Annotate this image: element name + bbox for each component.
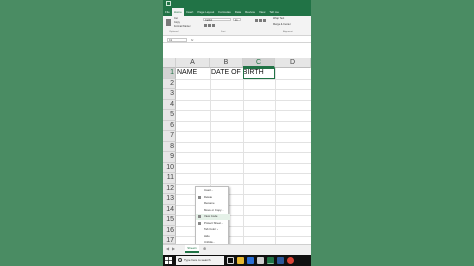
gridline [243, 68, 244, 244]
mail-icon[interactable] [257, 257, 264, 264]
row-header[interactable]: 15 [163, 215, 176, 226]
cut-button[interactable]: Cut [174, 17, 178, 20]
row-header[interactable]: 5 [163, 110, 176, 121]
menu-item-delete[interactable]: Delete [196, 195, 230, 201]
tab-file[interactable]: File [163, 8, 172, 16]
active-cell-c1[interactable] [243, 68, 275, 79]
plus-icon[interactable]: ⊕ [203, 246, 206, 251]
task-view-icon[interactable] [227, 257, 234, 264]
row-header[interactable]: 1 [163, 68, 176, 79]
row-header[interactable]: 4 [163, 99, 176, 110]
menu-item-insert[interactable]: Insert... [196, 188, 230, 194]
tab-data[interactable]: Data [233, 8, 243, 16]
word-icon[interactable] [277, 257, 284, 264]
view-code-icon [198, 215, 201, 218]
row-header[interactable]: 6 [163, 120, 176, 131]
menu-item-tab-color[interactable]: Tab Color › [196, 227, 230, 233]
format-painter-button[interactable]: Format Painter [174, 25, 191, 28]
paste-icon[interactable] [166, 19, 171, 26]
wrap-text-button[interactable]: Wrap Text [273, 17, 284, 20]
select-all-corner[interactable] [163, 58, 176, 68]
ribbon-tabs: File Home Insert Page Layout Formulas Da… [163, 8, 311, 16]
tab-insert[interactable]: Insert [184, 8, 196, 16]
row-header[interactable]: 9 [163, 152, 176, 163]
column-header-d[interactable]: D [275, 58, 311, 68]
tab-review[interactable]: Review [243, 8, 257, 16]
menu-item-protect-sheet[interactable]: Protect Sheet... [196, 221, 230, 227]
align-top-icon[interactable] [255, 19, 258, 22]
row-header[interactable]: 8 [163, 141, 176, 152]
store-icon[interactable] [247, 257, 254, 264]
ribbon: Cut Copy Format Painter Clipboard Calibr… [163, 16, 311, 36]
row-header[interactable]: 13 [163, 194, 176, 205]
row-header[interactable]: 16 [163, 225, 176, 236]
font-group-label: Font [221, 31, 226, 33]
underline-icon[interactable] [212, 24, 215, 27]
tab-formulas[interactable]: Formulas [216, 8, 233, 16]
menu-item-hide[interactable]: Hide [196, 234, 230, 240]
font-name-select[interactable]: Calibri [203, 18, 231, 22]
taskbar: Type here to search [163, 255, 311, 266]
windows-start-icon[interactable] [165, 257, 172, 264]
cell-a1[interactable]: NAME [177, 68, 197, 78]
row-header[interactable]: 3 [163, 89, 176, 100]
delete-icon [198, 195, 201, 199]
protect-sheet-icon [198, 221, 201, 225]
tab-view[interactable]: View [257, 8, 267, 16]
row-header[interactable]: 7 [163, 131, 176, 142]
column-header-b[interactable]: B [210, 58, 243, 68]
scroll-right-icon[interactable]: ▶ [172, 246, 175, 251]
align-middle-icon[interactable] [259, 19, 262, 22]
sheet-tab[interactable]: Sheet1 [185, 245, 199, 253]
row-header[interactable]: 17 [163, 236, 176, 244]
menu-item-view-code[interactable]: View Code [196, 214, 230, 220]
sheet-tab-bar: ◀ ▶ Sheet1 ⊕ [163, 244, 311, 255]
column-header-a[interactable]: A [176, 58, 210, 68]
row-header[interactable]: 14 [163, 204, 176, 215]
alignment-group-label: Alignment [283, 31, 293, 33]
align-bottom-icon[interactable] [263, 19, 266, 22]
save-icon[interactable] [166, 1, 171, 6]
tab-home[interactable]: Home [171, 8, 184, 16]
file-explorer-icon[interactable] [237, 257, 244, 264]
italic-icon[interactable] [208, 24, 211, 27]
scroll-left-icon[interactable]: ◀ [166, 246, 169, 251]
worksheet-grid[interactable]: A B C D 1 2 3 4 5 6 7 8 9 10 11 12 13 14… [163, 58, 311, 244]
copy-button[interactable]: Copy [174, 21, 180, 24]
row-header[interactable]: 2 [163, 78, 176, 89]
gridline [275, 68, 276, 244]
clipboard-group-label: Clipboard [169, 31, 179, 33]
taskbar-search-box[interactable]: Type here to search [176, 256, 224, 265]
tell-me-box[interactable]: Tell me [267, 8, 281, 16]
row-header[interactable]: 12 [163, 183, 176, 194]
sheet-tab-context-menu: Insert... Delete Rename Move or Copy... … [195, 186, 230, 250]
font-size-select[interactable]: 11 [233, 18, 241, 22]
desktop: File Home Insert Page Layout Formulas Da… [0, 0, 474, 266]
search-icon [178, 258, 182, 262]
tab-page-layout[interactable]: Page Layout [195, 8, 216, 16]
row-header[interactable]: 10 [163, 162, 176, 173]
formula-bar: C1 fx [163, 37, 311, 43]
bold-icon[interactable] [204, 24, 207, 27]
row-header[interactable]: 11 [163, 173, 176, 184]
fx-icon[interactable]: fx [191, 38, 193, 42]
merge-center-button[interactable]: Merge & Center [273, 23, 291, 26]
excel-window: File Home Insert Page Layout Formulas Da… [163, 0, 311, 255]
title-bar [163, 0, 311, 8]
chrome-icon[interactable] [287, 257, 294, 264]
search-placeholder: Type here to search [184, 258, 211, 262]
menu-item-rename[interactable]: Rename [196, 201, 230, 207]
excel-icon[interactable] [267, 257, 274, 264]
column-header-c[interactable]: C [243, 58, 275, 68]
menu-item-move-copy[interactable]: Move or Copy... [196, 208, 230, 214]
name-box[interactable]: C1 [167, 38, 187, 42]
